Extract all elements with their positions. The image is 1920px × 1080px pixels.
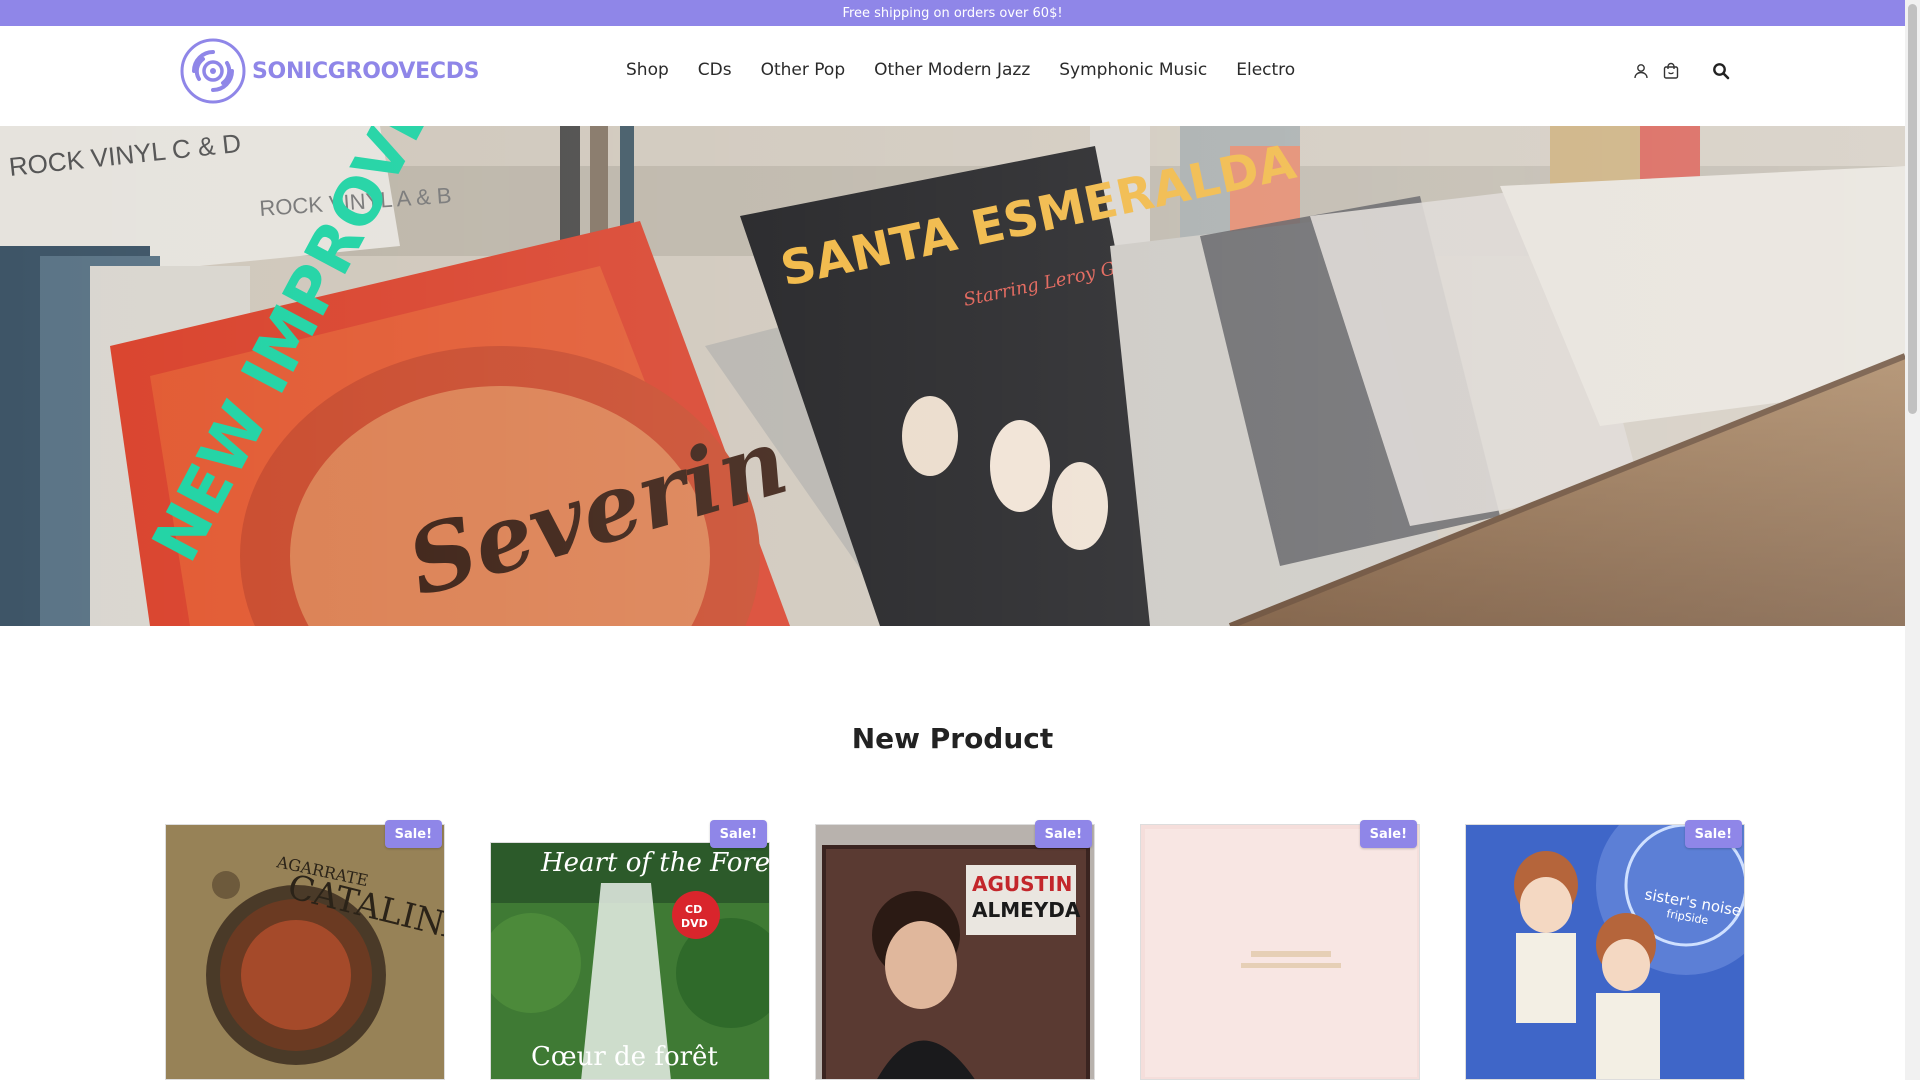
header-actions [1630, 60, 1732, 82]
section-title: New Product [851, 722, 1054, 755]
scrollbar-thumb[interactable] [1908, 4, 1917, 414]
nav-symphonic-music[interactable]: Symphonic Music [1059, 60, 1207, 80]
sale-badge[interactable]: Sale! [1034, 820, 1092, 848]
main-nav: Shop CDs Other Pop Other Modern Jazz Sym… [626, 60, 1324, 80]
svg-text:AGUSTIN: AGUSTIN [972, 872, 1072, 896]
sale-badge[interactable]: Sale! [384, 820, 442, 848]
nav-other-pop[interactable]: Other Pop [761, 60, 846, 80]
product-card[interactable]: Sale! [1140, 818, 1420, 1080]
product-card[interactable]: sister's noise fripSide Sale! [1465, 818, 1745, 1080]
product-card[interactable]: Heart of the Forest CD DVD Cœur de forêt… [490, 818, 770, 1080]
svg-text:CD: CD [685, 903, 702, 916]
announcement-bar: Free shipping on orders over 60$! [0, 0, 1905, 26]
nav-cds[interactable]: CDs [698, 60, 732, 80]
svg-text:Cœur de forêt: Cœur de forêt [531, 1042, 718, 1072]
product-cover-image[interactable]: AGARRATE CATALINA [165, 824, 445, 1080]
sale-badge[interactable]: Sale! [1684, 820, 1742, 848]
nav-other-modern-jazz[interactable]: Other Modern Jazz [874, 60, 1030, 80]
product-cover-image[interactable]: Heart of the Forest CD DVD Cœur de forêt [490, 842, 770, 1080]
site-header: SONICGROOVECDS Shop CDs Other Pop Other … [0, 26, 1905, 126]
cart-icon[interactable] [1660, 60, 1682, 82]
product-card[interactable]: AGARRATE CATALINA Sale! [165, 818, 445, 1080]
nav-shop[interactable]: Shop [626, 60, 669, 80]
product-cover-image[interactable] [1140, 824, 1420, 1080]
product-cover-image[interactable]: sister's noise fripSide [1465, 824, 1745, 1080]
hero-record-bins-image: ROCK VINYL C & D ROCK VINYL A & B NEW IM… [0, 126, 1905, 626]
svg-text:ALMEYDA: ALMEYDA [972, 898, 1081, 922]
svg-text:DVD: DVD [681, 917, 708, 930]
announcement-text: Free shipping on orders over 60$! [842, 5, 1063, 21]
user-icon[interactable] [1630, 60, 1652, 82]
svg-text:Heart of the Forest: Heart of the Forest [540, 848, 770, 878]
page-scrollbar[interactable] [1905, 0, 1920, 1080]
site-logo[interactable]: SONICGROOVECDS [180, 38, 480, 104]
hero-banner: ROCK VINYL C & D ROCK VINYL A & B NEW IM… [0, 126, 1905, 626]
logo-vinyl-icon [180, 38, 246, 104]
product-card[interactable]: AGUSTIN ALMEYDA Sale! [815, 818, 1095, 1080]
nav-electro[interactable]: Electro [1236, 60, 1295, 80]
sale-badge[interactable]: Sale! [709, 820, 767, 848]
search-icon[interactable] [1710, 60, 1732, 82]
product-cover-image[interactable]: AGUSTIN ALMEYDA [815, 824, 1095, 1080]
logo-text: SONICGROOVECDS [252, 58, 480, 84]
product-grid: AGARRATE CATALINA Sale! Heart of the For… [165, 818, 1745, 1080]
sale-badge[interactable]: Sale! [1359, 820, 1417, 848]
